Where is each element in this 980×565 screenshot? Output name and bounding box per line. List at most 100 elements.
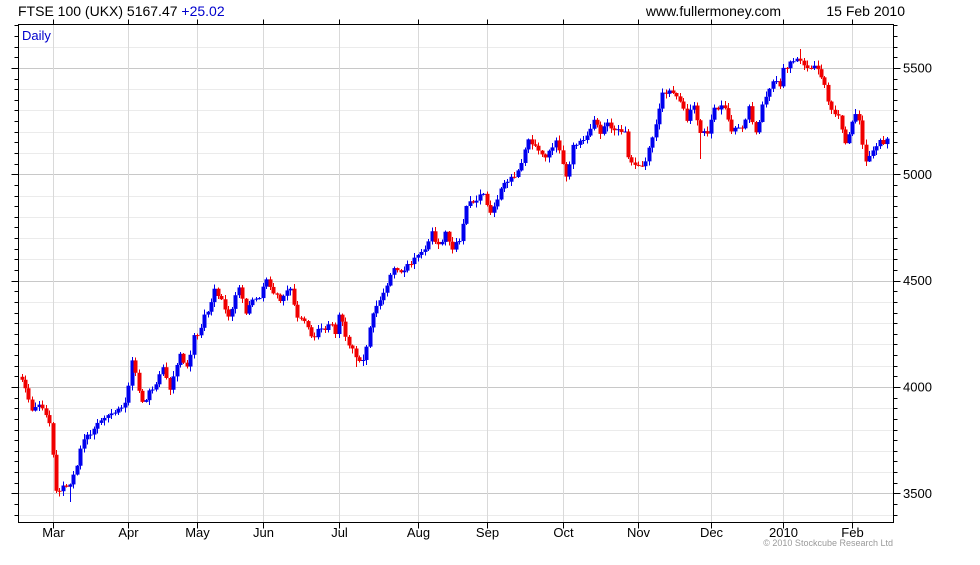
candle	[678, 93, 683, 103]
candle	[333, 322, 338, 339]
candle-body	[402, 270, 407, 273]
candle-body	[626, 131, 631, 158]
candle-body	[488, 205, 493, 213]
candle-body	[760, 104, 765, 122]
candle-body	[723, 105, 728, 109]
candle-body	[612, 128, 617, 131]
candle-body	[588, 128, 593, 136]
candle	[192, 333, 197, 359]
candle-body	[357, 357, 362, 362]
candle	[860, 115, 865, 149]
candle-body	[774, 81, 779, 83]
candle	[688, 104, 693, 125]
candle-body	[595, 119, 600, 125]
candle-body	[106, 415, 111, 418]
candle-body	[847, 134, 852, 144]
candle-body	[88, 434, 93, 436]
candle-body	[175, 364, 180, 377]
candle	[68, 483, 73, 502]
candle-body	[347, 336, 352, 346]
candle-body	[454, 242, 459, 250]
candle-body	[629, 157, 634, 163]
candle-body	[533, 144, 538, 146]
candle-body	[64, 485, 69, 487]
x-axis-labels: Mar Apr May Jun Jul Aug Sep Oct Nov Dec 2010 Feb	[42, 525, 863, 540]
candle	[254, 297, 259, 302]
candle	[181, 353, 186, 364]
x-axis-label: Mar	[42, 525, 65, 540]
candle-body	[137, 372, 142, 391]
candle-body	[302, 318, 307, 322]
candle-body	[791, 61, 796, 63]
candle-body	[757, 121, 762, 133]
candle-body	[416, 254, 421, 258]
candle-body	[633, 162, 638, 165]
candle-body	[257, 298, 262, 300]
candle-body	[447, 231, 452, 242]
candle	[137, 369, 142, 394]
candle-body	[368, 327, 373, 347]
candle	[647, 146, 652, 166]
chart-title: FTSE 100 (UKX) 5167.47 +25.02	[18, 3, 225, 19]
candle-body	[423, 249, 428, 252]
candle	[454, 238, 459, 252]
candle-body	[109, 413, 114, 416]
candle-body	[381, 292, 386, 301]
candle-body	[836, 114, 841, 116]
candle-body	[309, 327, 314, 337]
candle-body	[547, 150, 552, 158]
candle-body	[578, 140, 583, 145]
candle-body	[829, 101, 834, 110]
candle-body	[771, 81, 776, 89]
candle-body	[44, 408, 49, 416]
candle-body	[678, 96, 683, 102]
candle-body	[654, 124, 659, 138]
candle-body	[150, 389, 155, 391]
candle	[364, 345, 369, 365]
candle-body	[543, 154, 548, 158]
candle-body	[350, 345, 355, 349]
x-axis-label: Jun	[253, 525, 274, 540]
candle-body	[574, 144, 579, 146]
candle-body	[374, 305, 379, 314]
candle	[547, 149, 552, 163]
candle	[354, 345, 359, 368]
candle-body	[57, 490, 62, 492]
candle	[864, 139, 869, 166]
candle-body	[261, 286, 266, 299]
candle	[433, 227, 438, 244]
candle-body	[822, 77, 827, 85]
instrument-price: FTSE 100 (UKX) 5167.47	[18, 3, 178, 19]
candle	[292, 283, 297, 306]
candle	[240, 284, 245, 303]
candle-body	[719, 105, 724, 110]
candle-body	[47, 415, 52, 424]
y-axis-label: 3500	[903, 486, 932, 501]
candle-body	[295, 304, 300, 318]
candle-body	[288, 288, 293, 291]
candle	[51, 422, 56, 458]
candle-body	[102, 417, 107, 421]
candle-body	[726, 108, 731, 120]
candle-body	[71, 474, 76, 485]
candle-body	[871, 150, 876, 156]
candle-body	[419, 251, 424, 255]
candle	[757, 120, 762, 134]
candle-body	[853, 114, 858, 122]
copyright-notice: © 2010 Stockcube Research Ltd	[763, 538, 893, 548]
candle-body	[688, 109, 693, 121]
candle-body	[192, 335, 197, 355]
candle-body	[409, 264, 414, 266]
candle	[619, 124, 624, 135]
candle-body	[709, 119, 714, 134]
candle-body	[802, 60, 807, 66]
candle-body	[126, 385, 131, 403]
candle-body	[154, 384, 159, 390]
candle	[736, 123, 741, 129]
candle-body	[364, 346, 369, 360]
candle-body	[867, 155, 872, 162]
candle-body	[405, 264, 410, 271]
x-axis-label: Sep	[476, 525, 499, 540]
candle	[78, 445, 83, 470]
candle	[230, 307, 235, 321]
